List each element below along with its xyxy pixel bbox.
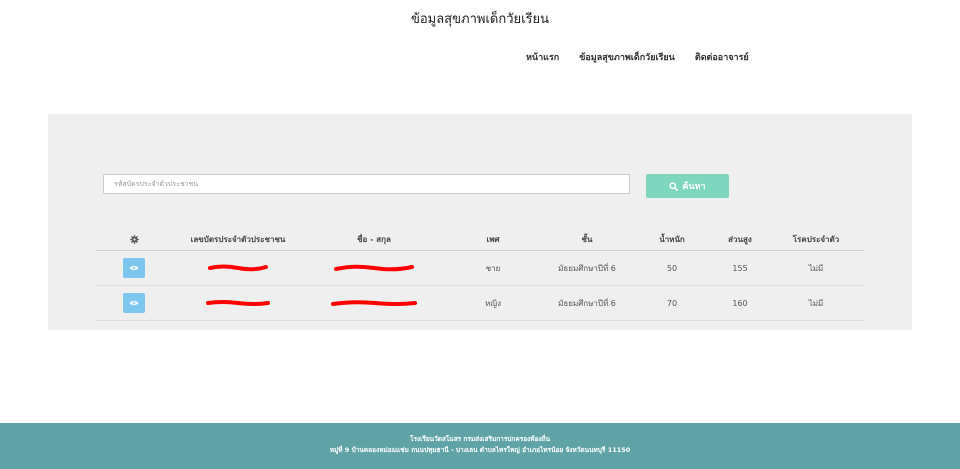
header-id-card: เลขบัตรประจำตัวประชาชน [190,235,286,244]
nav-home[interactable]: หน้าแรก [526,50,559,64]
height-cell: 155 [732,263,748,273]
table-row: ชาย มัธยมศึกษาปีที่ 6 50 155 ไม่มี [96,251,864,286]
search-placeholder: รหัสบัตรประจำตัวประชาชน [114,179,199,188]
header-height: ส่วนสูง [728,235,752,244]
students-table: เลขบัตรประจำตัวประชาชน ชื่อ - สกุล เพศ ช… [96,229,864,321]
table-row: หญิง มัธยมศึกษาปีที่ 6 70 160 ไม่มี [96,286,864,321]
nav-health-data[interactable]: ข้อมูลสุขภาพเด็กวัยเรียน [579,50,675,64]
page-footer: โรงเรียนวัดสโมสร กรมส่งเสริมการปกครองท้อ… [0,423,960,469]
header-name: ชื่อ - สกุล [357,235,391,244]
redacted-name [304,263,444,273]
height-cell: 160 [732,298,748,308]
footer-address: หมู่ที่ 9 บ้านคลองหม่อมแช่ม ถนนปทุมธานี … [329,446,631,454]
header-grade: ชั้น [581,235,593,244]
header-weight: น้ำหนัก [659,235,685,244]
nav-contact[interactable]: ติดต่ออาจารย์ [695,50,749,64]
gender-cell: หญิง [485,298,501,308]
header-disease: โรคประจำตัว [792,235,840,244]
eye-icon [129,265,139,271]
grade-cell: มัธยมศึกษาปีที่ 6 [558,263,616,273]
gear-icon [96,235,172,244]
footer-school: โรงเรียนวัดสโมสร กรมส่งเสริมการปกครองท้อ… [409,435,551,443]
search-button-label: ค้นหา [682,181,706,191]
weight-cell: 50 [666,263,678,273]
search-panel: รหัสบัตรประจำตัวประชาชน ค้นหา เลขบัตรประ… [48,114,912,330]
search-input[interactable]: รหัสบัตรประจำตัวประชาชน [103,174,630,194]
view-button[interactable] [123,293,145,313]
redacted-id-card [172,264,304,272]
grade-cell: มัธยมศึกษาปีที่ 6 [558,298,616,308]
search-button[interactable]: ค้นหา [646,174,729,198]
site-title: ข้อมูลสุขภาพเด็กวัยเรียน [410,12,550,27]
redacted-name [304,299,444,307]
view-button[interactable] [123,258,145,278]
gender-cell: ชาย [485,263,501,273]
disease-cell: ไม่มี [808,298,824,308]
main-nav: หน้าแรก ข้อมูลสุขภาพเด็กวัยเรียน ติดต่ออ… [526,50,749,64]
weight-cell: 70 [666,298,678,308]
table-header: เลขบัตรประจำตัวประชาชน ชื่อ - สกุล เพศ ช… [96,229,864,251]
redacted-id-card [172,299,304,307]
eye-icon [129,300,139,306]
disease-cell: ไม่มี [808,263,824,273]
search-icon [669,181,679,191]
header-gender: เพศ [486,235,500,244]
